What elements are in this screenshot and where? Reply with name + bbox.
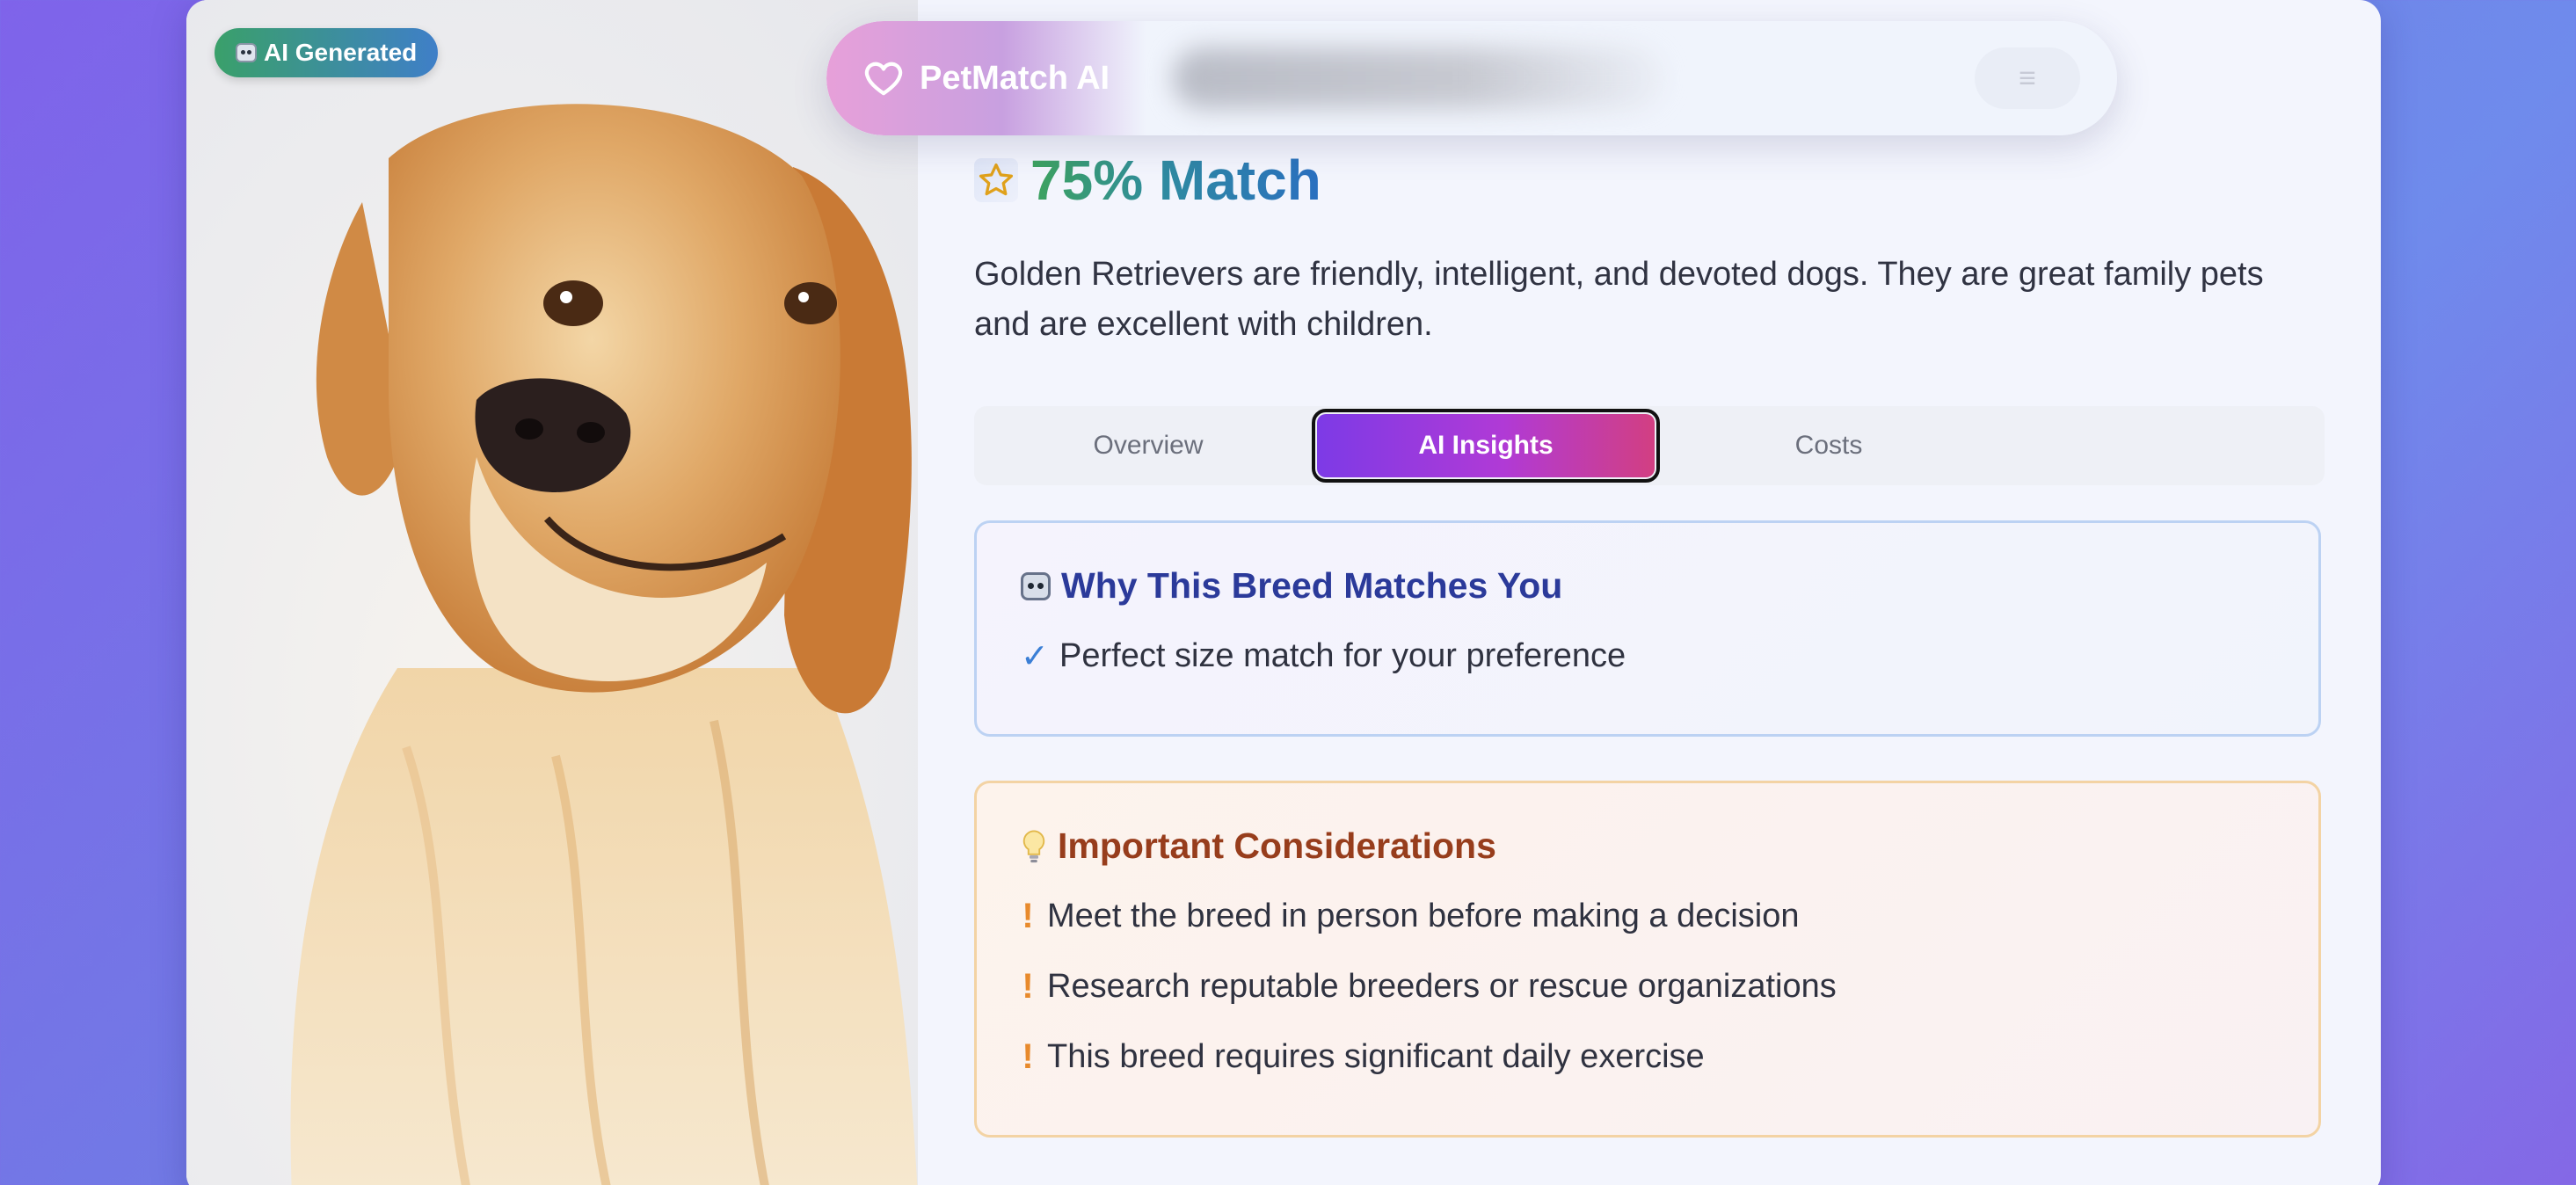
menu-button[interactable]: ≡ — [1975, 47, 2080, 109]
why-title-text: Why This Breed Matches You — [1061, 565, 1563, 606]
list-item: ! This breed requires significant daily … — [1021, 1036, 2278, 1078]
detail-tabs: Overview AI Insights Costs — [974, 406, 2325, 485]
heart-icon — [864, 62, 903, 96]
important-considerations-panel: Important Considerations ! Meet the bree… — [974, 781, 2321, 1138]
robot-icon — [1021, 571, 1051, 600]
checkmark-icon: ✓ — [1021, 638, 1049, 675]
tab-ai-insights[interactable]: AI Insights — [1312, 409, 1660, 483]
match-percentage: 75% Match — [1030, 149, 1321, 212]
brand-name: PetMatch AI — [920, 59, 1110, 97]
top-navbar: PetMatch AI ≡ — [826, 21, 2117, 135]
star-icon — [974, 158, 1018, 202]
ai-generated-label: AI Generated — [264, 39, 418, 66]
tab-overview[interactable]: Overview — [979, 414, 1317, 477]
exclamation-icon: ! — [1022, 896, 1034, 935]
considerations-title-text: Important Considerations — [1058, 825, 1496, 866]
golden-retriever-illustration — [290, 104, 918, 1185]
robot-icon — [236, 43, 257, 62]
list-item: ! Research reputable breeders or rescue … — [1021, 965, 2278, 1007]
list-item: ✓ Perfect size match for your preference — [1021, 636, 2278, 676]
brand-logo[interactable]: PetMatch AI — [826, 21, 1147, 135]
ai-generated-badge: AI Generated — [215, 28, 439, 77]
why-panel-title: Why This Breed Matches You — [1021, 565, 2278, 607]
list-item: ! Meet the breed in person before making… — [1021, 895, 2278, 937]
exclamation-icon: ! — [1022, 1036, 1034, 1076]
tab-costs[interactable]: Costs — [1660, 414, 1997, 477]
match-score: 75% Match — [974, 148, 1321, 213]
consideration-text: This breed requires significant daily ex… — [1047, 1037, 1705, 1075]
breed-description: Golden Retrievers are friendly, intellig… — [974, 256, 2264, 343]
considerations-panel-title: Important Considerations — [1021, 825, 2278, 867]
breed-image: AI Generated — [186, 0, 918, 1185]
exclamation-icon: ! — [1022, 966, 1034, 1006]
blurred-nav-links — [1173, 47, 1666, 109]
breed-detail-content: 75% Match Golden Retrievers are friendly… — [974, 0, 2325, 1185]
consideration-text: Research reputable breeders or rescue or… — [1047, 967, 1837, 1005]
lightbulb-icon — [1022, 830, 1045, 862]
breed-detail-card: AI Generated 75% Match Golden Retrievers… — [186, 0, 2381, 1185]
menu-icon: ≡ — [2019, 61, 2036, 95]
why-item-text: Perfect size match for your preference — [1059, 637, 1626, 674]
why-breed-matches-panel: Why This Breed Matches You ✓ Perfect siz… — [974, 520, 2321, 737]
consideration-text: Meet the breed in person before making a… — [1047, 897, 1800, 934]
